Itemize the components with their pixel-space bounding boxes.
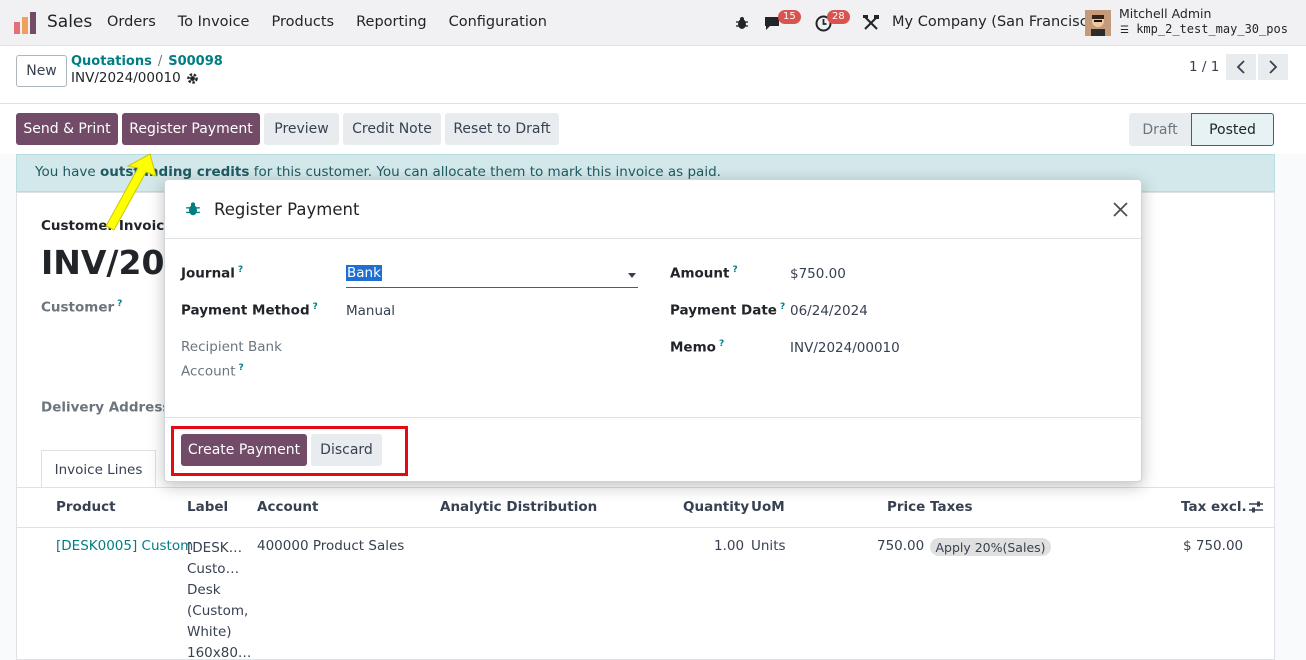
col-uom[interactable]: UoM (751, 499, 785, 515)
caret-down-icon (628, 273, 636, 278)
database-name-text: kmp_2_test_may_30_pos (1136, 22, 1288, 36)
payment-date-field[interactable]: 06/24/2024 (790, 303, 868, 319)
col-analytic[interactable]: Analytic Distribution (440, 499, 597, 515)
chevron-left-icon (1236, 60, 1245, 74)
record-title: INV/2024/00010 (71, 70, 199, 86)
col-product[interactable]: Product (56, 499, 116, 515)
tools-icon[interactable] (861, 13, 881, 33)
row-product[interactable]: [DESK0005] Custom (56, 538, 193, 554)
database-icon: ☰ (1120, 25, 1129, 36)
status-bar: Draft Posted (1129, 113, 1274, 146)
register-payment-button[interactable]: Register Payment (122, 113, 260, 145)
top-navbar: Sales Orders To Invoice Products Reporti… (0, 0, 1306, 46)
alert-suffix: for this customer. You can allocate them… (249, 164, 721, 180)
delivery-address-label: Delivery Address? (41, 399, 179, 416)
tab-divider (16, 487, 1275, 488)
row-price[interactable]: 750.00 (877, 538, 924, 554)
pager-prev-button[interactable] (1226, 54, 1256, 80)
main-menu: Orders To Invoice Products Reporting Con… (107, 14, 569, 30)
breadcrumb: Quotations / S00098 (71, 54, 223, 69)
payment-method-label: Payment Method? (181, 302, 318, 319)
row-tax-badge[interactable]: Apply 20%(Sales) (930, 538, 1051, 556)
sales-app-icon[interactable] (14, 12, 38, 34)
company-switcher[interactable]: My Company (San Francisco) (892, 14, 1102, 30)
row-quantity[interactable]: 1.00 (714, 538, 744, 554)
status-draft[interactable]: Draft (1129, 113, 1191, 146)
menu-to-invoice[interactable]: To Invoice (178, 14, 250, 30)
column-settings-icon[interactable] (1249, 500, 1263, 514)
tab-invoice-lines[interactable]: Invoice Lines (41, 450, 156, 488)
menu-reporting[interactable]: Reporting (356, 14, 427, 30)
reset-draft-button[interactable]: Reset to Draft (445, 113, 559, 145)
col-account[interactable]: Account (257, 499, 318, 515)
new-button[interactable]: New (16, 55, 67, 87)
dialog-header: Register Payment (165, 180, 1141, 239)
menu-products[interactable]: Products (271, 14, 334, 30)
preview-button[interactable]: Preview (264, 113, 339, 145)
user-name[interactable]: Mitchell Admin (1119, 6, 1211, 21)
pager-value[interactable]: 1 / 1 (1189, 59, 1219, 75)
customer-label: Customer? (41, 299, 123, 316)
menu-orders[interactable]: Orders (107, 14, 156, 30)
close-icon (1112, 201, 1128, 217)
menu-configuration[interactable]: Configuration (449, 14, 547, 30)
annotation-highlight-box (171, 426, 408, 476)
journal-label: Journal? (181, 265, 244, 282)
col-tax-excl[interactable]: Tax excl. (1181, 499, 1247, 515)
pager-next-button[interactable] (1258, 54, 1288, 80)
amount-label: Amount? (670, 265, 738, 282)
status-posted[interactable]: Posted (1191, 113, 1274, 146)
journal-value: Bank (346, 265, 382, 281)
debug-bug-icon[interactable] (732, 13, 752, 33)
database-name: ☰ kmp_2_test_may_30_pos (1120, 22, 1288, 36)
journal-select[interactable]: Bank (346, 265, 638, 288)
col-quantity[interactable]: Quantity (683, 499, 749, 515)
memo-label: Memo? (670, 339, 725, 356)
gear-icon[interactable] (186, 72, 199, 85)
alert-prefix: You have (35, 164, 100, 180)
control-panel: New Quotations / S00098 INV/2024/00010 1 /… (0, 46, 1306, 104)
breadcrumb-order[interactable]: S00098 (168, 54, 223, 69)
close-button[interactable] (1109, 198, 1131, 220)
amount-field[interactable]: $750.00 (790, 266, 846, 282)
activity-badge: 28 (827, 10, 850, 24)
payment-date-label: Payment Date? (670, 302, 786, 319)
row-account[interactable]: 400000 Product Sales (257, 538, 404, 554)
row-label[interactable]: [DESK… Custo… Desk (Custom, White) 160x8… (187, 538, 251, 660)
col-label[interactable]: Label (187, 499, 228, 515)
debug-bug-icon[interactable] (185, 201, 201, 217)
chat-badge: 15 (778, 10, 801, 24)
recipient-bank-label: Recipient Bank Account? (181, 339, 282, 380)
col-taxes[interactable]: Taxes (930, 499, 972, 515)
breadcrumb-quotations[interactable]: Quotations (71, 54, 152, 69)
row-uom[interactable]: Units (751, 538, 786, 554)
header-divider (16, 527, 1275, 528)
memo-field[interactable]: INV/2024/00010 (790, 340, 900, 356)
col-price[interactable]: Price (887, 499, 925, 515)
chevron-right-icon (1269, 60, 1278, 74)
app-name[interactable]: Sales (47, 12, 92, 32)
action-bar: Send & Print Register Payment Preview Cr… (0, 104, 1306, 154)
row-subtotal: $ 750.00 (1183, 538, 1244, 554)
payment-method-field[interactable]: Manual (346, 303, 395, 319)
credit-note-button[interactable]: Credit Note (343, 113, 441, 145)
user-avatar[interactable] (1085, 10, 1111, 36)
send-print-button[interactable]: Send & Print (16, 113, 118, 145)
annotation-arrow-icon (105, 153, 157, 231)
dialog-title: Register Payment (214, 200, 360, 219)
record-name: INV/2024/00010 (71, 70, 181, 86)
